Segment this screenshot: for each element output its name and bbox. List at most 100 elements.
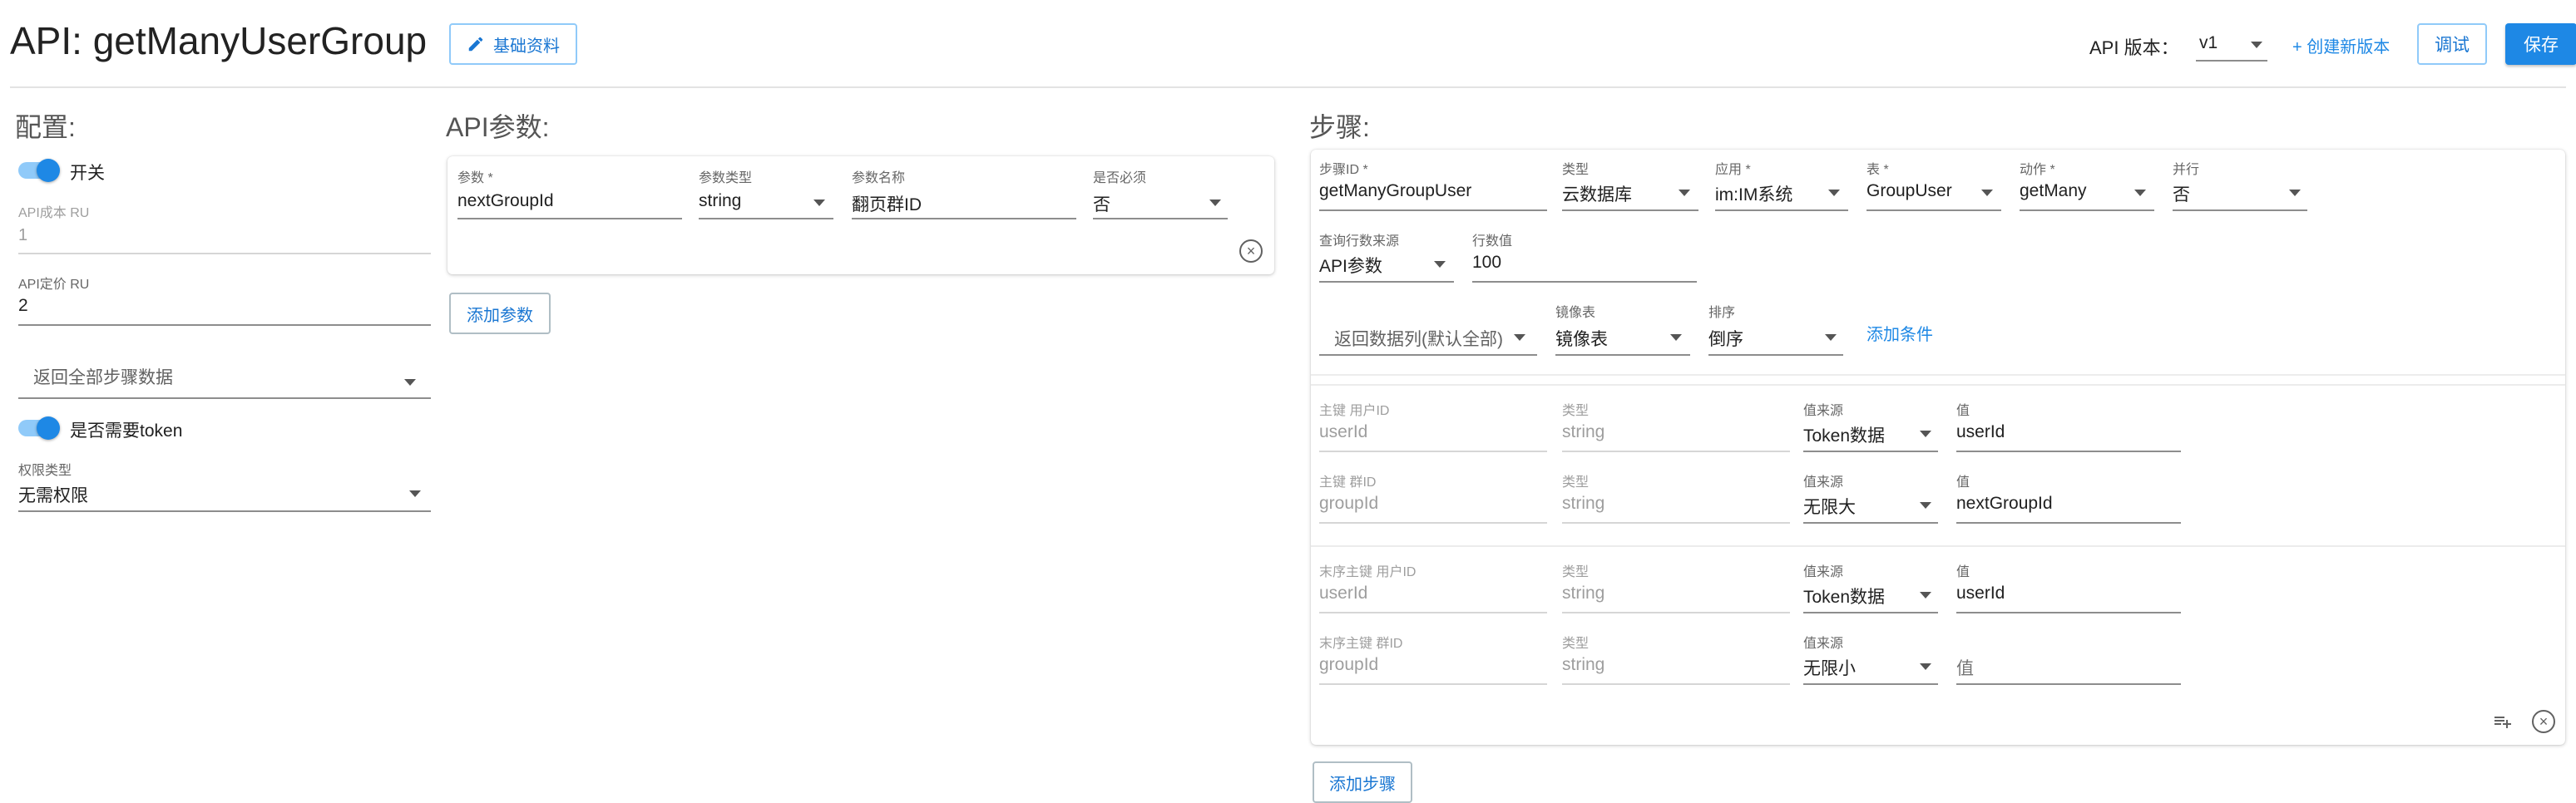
cost-label: API成本 RU [18, 206, 90, 220]
triangle-down-icon [2251, 42, 2262, 48]
return-data-underline [18, 397, 431, 399]
value-source-select[interactable]: Token数据 [1803, 419, 1938, 454]
price-underline [18, 324, 431, 326]
step-app-value: im:IM系统 [1715, 185, 1793, 204]
key-field: userId [1319, 419, 1547, 454]
key-group-divider [1311, 545, 2565, 547]
key-label: 主键 群ID [1319, 475, 1377, 490]
step-id-underline [1319, 209, 1547, 211]
row-value-underline [1472, 281, 1697, 283]
param-required-value: 否 [1093, 195, 1110, 214]
step-action-select[interactable]: getMany [2020, 178, 2154, 213]
triangle-down-icon [1981, 190, 1993, 196]
param-display-value: 翻页群ID [852, 195, 922, 214]
add-param-button[interactable]: 添加参数 [449, 293, 551, 334]
param-type-label: 参数类型 [699, 171, 753, 185]
triangle-down-icon [1209, 200, 1221, 206]
param-required-label: 是否必须 [1093, 171, 1147, 185]
circle-x-icon[interactable]: × [2532, 710, 2555, 733]
step-id-value: getManyGroupUser [1319, 181, 1472, 200]
step-parallel-label: 并行 [2173, 163, 2200, 177]
triangle-down-icon [2134, 190, 2146, 196]
debug-button[interactable]: 调试 [2417, 23, 2487, 65]
switch-knob [37, 159, 60, 182]
param-display-input[interactable]: 翻页群ID [852, 186, 1076, 221]
token-knob [37, 416, 60, 440]
permission-select[interactable]: 无需权限 [18, 479, 431, 514]
step-app-select[interactable]: im:IM系统 [1715, 178, 1848, 213]
value-input[interactable]: nextGroupId [1956, 490, 2181, 525]
return-cols-select[interactable]: 返回数据列(默认全部) [1319, 314, 1537, 357]
playlist-add-icon[interactable] [2490, 712, 2515, 732]
return-cols-underline [1319, 354, 1537, 356]
param-display-underline [852, 218, 1076, 219]
step-action-value: getMany [2020, 181, 2087, 200]
key-type-value: string [1562, 655, 1605, 674]
version-label: API 版本： [2089, 37, 2179, 58]
param-required-underline [1093, 218, 1228, 219]
step-id-input[interactable]: getManyGroupUser [1319, 178, 1547, 213]
step-table-value: GroupUser [1866, 181, 1952, 200]
param-type-value: string [699, 191, 742, 210]
create-version-link[interactable]: + 创建新版本 [2292, 33, 2390, 57]
step-type-value: 云数据库 [1562, 185, 1632, 204]
token-label: 是否需要token [70, 421, 183, 441]
save-button[interactable]: 保存 [2505, 23, 2576, 65]
row-value-input[interactable]: 100 [1472, 249, 1697, 284]
param-required-select[interactable]: 否 [1093, 186, 1228, 221]
add-condition-link[interactable]: 添加条件 [1866, 321, 1933, 345]
config-heading: 配置: [15, 112, 76, 142]
value-input[interactable]: 值 [1956, 652, 2181, 687]
triangle-down-icon [1670, 334, 1682, 341]
value-underline [1956, 683, 2181, 685]
row-source-label: 查询行数来源 [1319, 234, 1400, 249]
param-name-underline [457, 218, 682, 219]
value-source-select[interactable]: 无限小 [1803, 652, 1938, 687]
step-table-select[interactable]: GroupUser [1866, 178, 2001, 213]
basic-info-button[interactable]: 基础资料 [449, 23, 577, 65]
circle-x-icon[interactable]: × [1239, 239, 1263, 263]
param-name-value: nextGroupId [457, 191, 554, 210]
param-type-select[interactable]: string [699, 186, 833, 221]
value-source-value: Token数据 [1803, 588, 1886, 607]
param-name-input[interactable]: nextGroupId [457, 186, 682, 221]
triangle-down-icon [2289, 190, 2301, 196]
triangle-down-icon [1434, 261, 1446, 268]
step-type-select[interactable]: 云数据库 [1562, 178, 1698, 213]
version-select[interactable]: v1 [2196, 23, 2267, 62]
step-parallel-underline [2173, 209, 2307, 211]
value-source-underline [1803, 451, 1938, 452]
step-type-underline [1562, 209, 1698, 211]
sort-value: 倒序 [1708, 330, 1743, 349]
triangle-down-icon [1920, 663, 1931, 670]
key-underline [1319, 522, 1547, 524]
key-type-field: string [1562, 419, 1790, 454]
step-action-label: 动作 * [2020, 163, 2055, 177]
step-parallel-select[interactable]: 否 [2173, 178, 2307, 213]
key-value: userId [1319, 584, 1368, 603]
triangle-down-icon [1920, 502, 1931, 509]
triangle-down-icon [813, 200, 825, 206]
value-input[interactable]: userId [1956, 580, 2181, 615]
value-source-select[interactable]: Token数据 [1803, 580, 1938, 615]
value-value: 值 [1956, 659, 1974, 678]
step-table-underline [1866, 209, 2001, 211]
value-source-select[interactable]: 无限大 [1803, 490, 1938, 525]
switch-toggle[interactable] [18, 158, 65, 183]
sort-select[interactable]: 倒序 [1708, 321, 1843, 357]
key-underline [1319, 451, 1547, 452]
mirror-select[interactable]: 镜像表 [1555, 321, 1690, 357]
key-label: 末序主键 群ID [1319, 637, 1403, 651]
price-input[interactable]: 2 [18, 293, 431, 328]
value-source-underline [1803, 522, 1938, 524]
key-type-underline [1562, 451, 1790, 452]
key-type-value: string [1562, 584, 1605, 603]
add-step-button[interactable]: 添加步骤 [1313, 761, 1412, 803]
token-toggle[interactable] [18, 416, 65, 441]
key-type-field: string [1562, 652, 1790, 687]
row-source-underline [1319, 281, 1454, 283]
row-source-select[interactable]: API参数 [1319, 249, 1454, 284]
return-data-select[interactable]: 返回全部步骤数据 [18, 352, 431, 399]
value-input[interactable]: userId [1956, 419, 2181, 454]
version-underline [2196, 60, 2267, 62]
